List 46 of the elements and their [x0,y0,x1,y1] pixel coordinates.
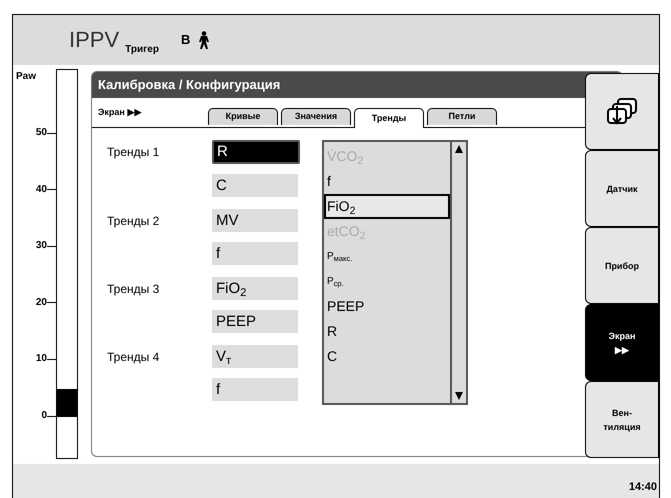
clock-time: 14:40 [628,480,657,494]
side-button[interactable]: Экран ▶▶ [585,304,659,381]
tab[interactable]: Тренды [354,108,424,128]
panel-title: Калибровка / Конфигурация [92,72,622,98]
scrollbar[interactable] [450,142,466,403]
scroll-up-icon[interactable] [454,144,464,154]
scroll-down-icon[interactable] [454,391,464,401]
side-button[interactable]: Датчик [585,150,659,227]
menu-button[interactable] [585,73,659,150]
patient-type: B [180,31,190,50]
gauge-tick-label: 40 [34,184,47,195]
tab[interactable]: Кривые [208,108,278,125]
gauge-tick-label: 30 [34,241,47,252]
trend-label: Тренды 2 [107,213,160,230]
gauge-label: Paw [16,70,36,84]
trend-field[interactable]: f [212,242,298,265]
gauge-tick-label: 50 [34,128,47,138]
trend-label: Тренды 3 [107,281,160,298]
trigger-label: Тригер [125,43,159,57]
tab[interactable]: Петли [427,108,497,125]
screen-label: Экран ▶▶ [98,106,143,119]
stacked-pages-icon [604,96,640,128]
list-item[interactable]: f [324,169,450,194]
side-button[interactable]: Вен- тиляция [585,381,659,458]
trend-field[interactable]: FiO$_{2}$ [212,277,298,300]
trend-label: Тренды 1 [107,144,160,161]
person-icon [198,31,210,49]
list-item[interactable]: C [324,344,450,369]
trend-field[interactable]: R [212,140,300,164]
side-button[interactable]: Прибор [585,227,659,304]
trend-field[interactable]: PEEP [212,310,298,333]
gauge-tick-label: 0 [40,411,47,421]
trend-field[interactable]: f [212,378,298,401]
list-item[interactable]: PEEP [324,294,450,319]
trend-field[interactable]: V$_{т}$ [212,345,298,368]
list-item[interactable]: P$_{ср.}$ [324,269,450,294]
gauge-tick-label: 10 [34,354,47,364]
list-item[interactable]: R [324,319,450,344]
mode-label: IPPV [69,29,120,51]
gauge-tick-label: 20 [34,298,47,308]
trend-label: Тренды 4 [107,349,160,366]
tab[interactable]: Значения [281,108,351,125]
list-item[interactable]: P$_{макс.}$ [324,244,450,269]
list-item[interactable]: FiO$_{2}$ [324,194,450,219]
trend-field[interactable]: C [212,174,298,197]
trend-field[interactable]: MV [212,209,298,232]
